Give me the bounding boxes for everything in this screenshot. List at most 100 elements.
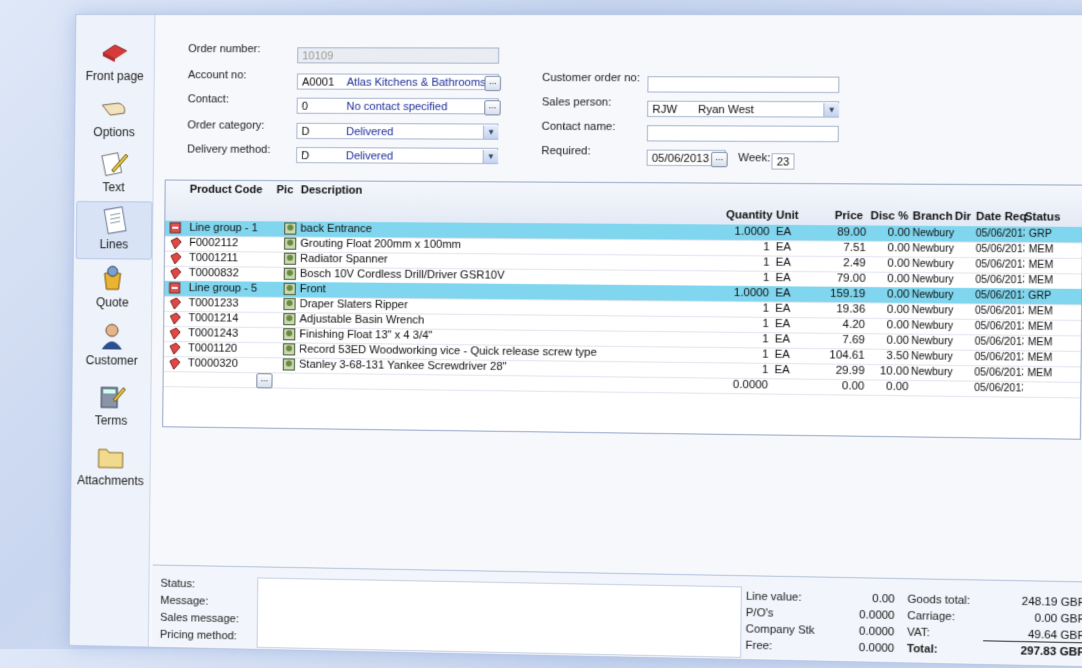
date-req-cell: 05/06/2013: [975, 273, 1024, 289]
col-quantity[interactable]: Quantity: [726, 209, 773, 222]
branch-cell: Newbury: [911, 318, 964, 334]
pricing-method-label: Pricing method:: [160, 629, 237, 643]
quantity-cell: 1: [707, 270, 770, 286]
category-select[interactable]: DDelivered: [296, 123, 498, 140]
picture-icon: [284, 283, 296, 295]
sidebar-item-label: Lines: [77, 237, 151, 252]
disc-cell: 0.00: [868, 256, 910, 272]
product-icon: [168, 297, 182, 310]
order-header: Order number: 10109 Account no: A0001Atl…: [157, 19, 1082, 185]
product-code-cell: T0000832: [189, 266, 280, 282]
sidebar-item-label: Quote: [75, 295, 149, 310]
sidebar-item-customer[interactable]: Customer: [75, 321, 150, 368]
unit-cell: EA: [775, 302, 807, 318]
col-date-req[interactable]: Date Req: [976, 211, 1027, 224]
product-icon: [168, 342, 182, 355]
col-price[interactable]: Price: [835, 210, 863, 222]
branch-cell: Newbury: [912, 287, 965, 303]
chevron-down-icon[interactable]: ▼: [483, 150, 499, 163]
date-req-cell: 05/06/2013: [975, 319, 1024, 335]
disc-cell: 0.00: [868, 225, 910, 241]
picture-icon: [284, 222, 296, 234]
sidebar-item-lines[interactable]: Lines: [76, 201, 153, 260]
branch-cell: Newbury: [912, 241, 965, 257]
col-disc[interactable]: Disc %: [870, 210, 908, 223]
quantity-cell: 1: [706, 301, 769, 317]
customer-order-field[interactable]: [647, 76, 839, 93]
quantity-cell: 1.0000: [706, 286, 769, 302]
contact-lookup-button[interactable]: ...: [484, 100, 501, 115]
sales-person-select[interactable]: RJWRyan West: [647, 101, 839, 118]
carriage-label: Carriage:: [907, 610, 955, 623]
account-field[interactable]: A0001Atlas Kitchens & Bathrooms: [297, 73, 499, 90]
branch-cell: [911, 380, 964, 396]
chevron-down-icon[interactable]: ▼: [823, 103, 839, 116]
sidebar-item-label: Terms: [74, 413, 148, 428]
sidebar-item-options[interactable]: Options: [77, 93, 152, 139]
product-icon: [169, 252, 183, 265]
disc-cell: 0.00: [867, 302, 909, 318]
sidebar-item-text[interactable]: Text: [76, 148, 151, 194]
unit-cell: EA: [774, 363, 806, 379]
goods-total-value: 248.19 GBP: [983, 595, 1082, 609]
col-status[interactable]: Status: [1025, 211, 1061, 224]
sidebar-item-label: Options: [77, 125, 151, 139]
delivery-select[interactable]: DDelivered: [296, 147, 498, 164]
picture-icon: [283, 343, 295, 355]
week-field: 23: [771, 153, 794, 169]
chevron-down-icon[interactable]: ▼: [483, 126, 499, 139]
col-description[interactable]: Description: [301, 184, 363, 196]
branch-cell: Newbury: [912, 272, 965, 288]
branch-cell: Newbury: [911, 364, 964, 380]
contact-name-field[interactable]: [647, 125, 839, 142]
date-picker-button[interactable]: ...: [711, 152, 728, 167]
sidebar-item-label: Attachments: [73, 473, 147, 488]
sidebar-item-front-page[interactable]: Front page: [78, 37, 153, 83]
week-label: Week:: [738, 152, 770, 164]
product-icon: [168, 357, 182, 370]
branch-cell: Newbury: [911, 334, 964, 350]
collapse-icon[interactable]: [169, 222, 183, 235]
person-icon: [96, 321, 128, 351]
hand-icon: [98, 93, 130, 123]
product-code-cell: F0002112: [189, 236, 280, 252]
contact-field[interactable]: 0No contact specified: [297, 98, 499, 115]
quote-icon: [96, 263, 128, 293]
col-branch[interactable]: Branch: [913, 210, 953, 223]
product-code-cell: T0001214: [188, 311, 279, 327]
disc-cell: 0.00: [868, 241, 910, 257]
free-value: 0.0000: [819, 641, 895, 655]
picture-icon: [283, 313, 295, 325]
product-code-cell: Line group - 1: [189, 221, 280, 237]
summary-panel: Status: Message: Sales message: Pricing …: [152, 564, 1082, 665]
order-window: Front page Options Text Lines Quote Cust…: [69, 14, 1082, 668]
product-icon: [169, 267, 183, 280]
sidebar-item-attachments[interactable]: Attachments: [73, 441, 148, 488]
col-product-code[interactable]: Product Code: [190, 184, 263, 196]
sidebar-item-quote[interactable]: Quote: [75, 263, 150, 310]
product-code-cell: T0001120: [188, 341, 279, 357]
sidebar-item-terms[interactable]: Terms: [74, 381, 149, 428]
carriage-value: 0.00 GBP: [983, 611, 1082, 625]
collapse-icon[interactable]: [169, 282, 183, 295]
picture-icon: [284, 238, 296, 250]
document-icon: [98, 205, 130, 235]
date-req-cell: 05/06/2013: [975, 288, 1024, 304]
date-req-cell: 05/06/2013: [976, 226, 1025, 242]
line-value-label: Line value:: [746, 591, 802, 604]
date-req-cell: 05/06/2013: [975, 334, 1024, 350]
product-code-cell: T0001233: [188, 296, 279, 312]
col-dir[interactable]: Dir: [955, 211, 971, 223]
sidebar: Front page Options Text Lines Quote Cust…: [70, 15, 156, 647]
sidebar-item-label: Text: [76, 180, 150, 194]
status-cell: MEM: [1029, 242, 1078, 258]
branch-cell: Newbury: [912, 303, 965, 319]
col-unit[interactable]: Unit: [776, 209, 799, 221]
status-cell: MEM: [1027, 350, 1076, 366]
date-req-cell: 05/06/2013: [974, 365, 1023, 381]
account-lookup-button[interactable]: ...: [484, 76, 501, 91]
col-pic[interactable]: Pic: [276, 184, 293, 196]
status-cell: MEM: [1028, 319, 1077, 335]
unit-cell: EA: [775, 348, 807, 364]
unit-cell: EA: [775, 286, 807, 302]
